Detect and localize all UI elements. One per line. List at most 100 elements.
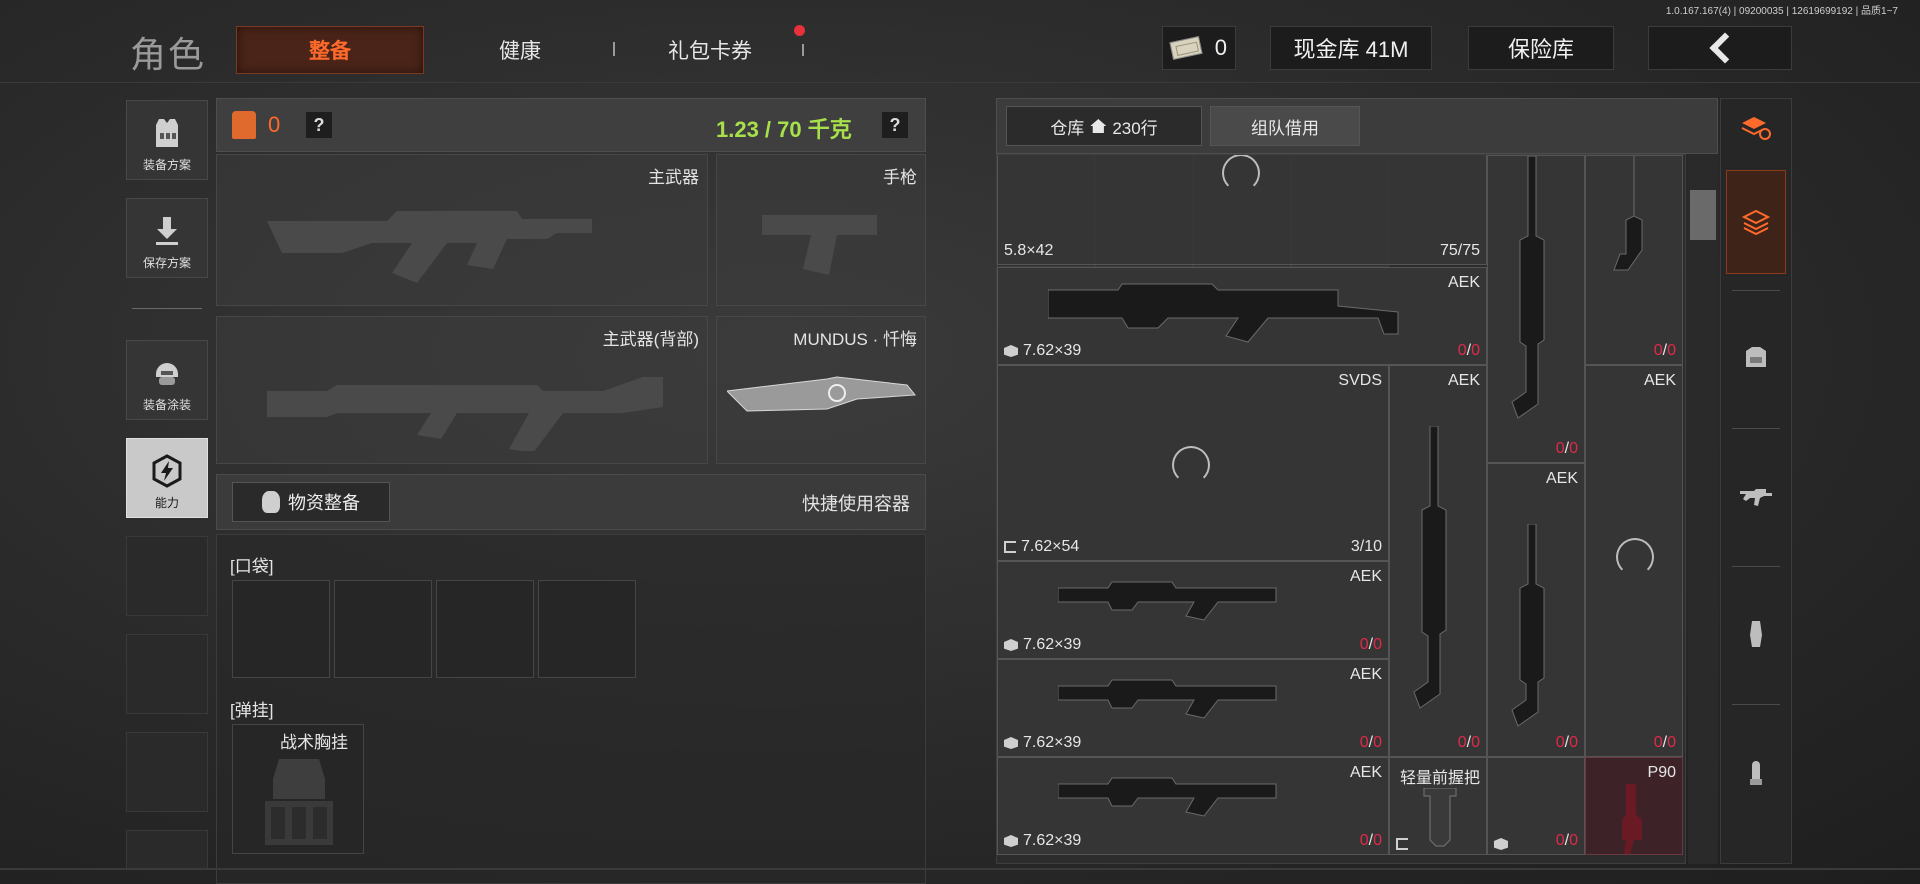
- item-count: 3/10: [1350, 538, 1382, 555]
- grip-icon: [1423, 788, 1457, 847]
- pocket-slot[interactable]: [334, 580, 432, 678]
- item-ammo: 0/0: [1359, 734, 1382, 751]
- smg-icon: [1622, 784, 1642, 854]
- weight-readout: 1.23 / 70 千克: [716, 117, 852, 142]
- weapon-item-aek-vertical[interactable]: AEK 0/0: [1389, 365, 1487, 757]
- weapon-item-aek[interactable]: AEK 7.62×39 0/0: [997, 757, 1389, 855]
- slot-label: MUNDUS · 忏悔: [793, 330, 917, 349]
- chevron-left-icon: [1709, 32, 1741, 64]
- slot-label: 主武器(背部): [602, 330, 699, 349]
- scrollbar-thumb[interactable]: [1690, 190, 1716, 240]
- box-icon: [1004, 835, 1018, 847]
- rifle-icon: [1613, 156, 1643, 271]
- item-ammo: 0/0: [1457, 342, 1480, 359]
- back-button[interactable]: [1648, 26, 1792, 70]
- rig-item-name: 战术胸挂: [280, 733, 348, 752]
- empty-weapon-cell[interactable]: 0/0: [1487, 757, 1585, 855]
- item-name: 轻量前握把: [1399, 770, 1480, 787]
- weapon-item-aek-vertical[interactable]: AEK 0/0: [1487, 463, 1585, 757]
- tab-gift-cards[interactable]: 礼包卡券: [630, 26, 790, 74]
- rifle-icon: [1511, 524, 1545, 727]
- pocket-slot[interactable]: [436, 580, 534, 678]
- sidebar-empty-slot: [126, 830, 208, 870]
- weapon-item-p90[interactable]: P90: [1585, 757, 1683, 855]
- weapon-item-aek-vertical[interactable]: AEK 0/0: [1585, 365, 1683, 757]
- filter-all[interactable]: [1726, 170, 1786, 274]
- armor-help-button[interactable]: ?: [306, 112, 332, 138]
- loading-spinner-icon: [1222, 155, 1260, 192]
- item-name: SVDS: [1338, 372, 1382, 389]
- rifle-icon: [1740, 489, 1772, 506]
- item-caliber: 7.62×39: [1004, 832, 1081, 850]
- back-weapon-slot[interactable]: 主武器(背部): [216, 316, 708, 464]
- page-title: 角色: [130, 34, 207, 75]
- item-ammo: 0/0: [1653, 342, 1676, 359]
- box-icon: [1004, 737, 1018, 749]
- tab-health[interactable]: 健康: [440, 26, 600, 74]
- item-marker: [1494, 838, 1508, 850]
- warehouse-scrollbar[interactable]: [1688, 154, 1718, 864]
- pistol-slot[interactable]: 手枪: [716, 154, 926, 306]
- filter-ammo[interactable]: [1726, 720, 1786, 824]
- cash-icon: [1169, 36, 1203, 60]
- weapon-item-aek-vertical[interactable]: 0/0: [1487, 155, 1585, 463]
- item-caliber: 7.62×39: [1004, 636, 1081, 654]
- sidebar-item-save-plan[interactable]: 保存方案: [126, 198, 208, 278]
- attachment-item-grip[interactable]: 轻量前握把: [1389, 757, 1487, 855]
- rifle-icon: [1058, 777, 1277, 817]
- filter-divider: [1732, 428, 1780, 429]
- pistol-silhouette-icon: [762, 215, 877, 275]
- magazine-icon: [1750, 621, 1762, 647]
- weapon-item-aek[interactable]: AEK 7.62×39 0/0: [997, 659, 1389, 757]
- loading-spinner-icon: [1616, 538, 1654, 576]
- pocket-slot[interactable]: [538, 580, 636, 678]
- rig-section-label: [弹挂]: [230, 701, 274, 720]
- divider: [0, 82, 1920, 83]
- rifle-icon: [1058, 679, 1277, 719]
- filter-magazines[interactable]: [1726, 582, 1786, 686]
- weapon-item-aek[interactable]: AEK 7.62×39 0/0: [997, 561, 1389, 659]
- tab-divider: [802, 44, 804, 56]
- exit-icon: [1004, 541, 1016, 553]
- loading-spinner-icon: [1172, 446, 1210, 484]
- armor-icon: [232, 111, 256, 139]
- sidebar-item-ability[interactable]: 能力: [126, 438, 208, 518]
- tab-loadout[interactable]: 整备: [236, 26, 424, 74]
- cash-counter[interactable]: 0: [1162, 26, 1236, 70]
- sidebar-empty-slot: [126, 536, 208, 616]
- item-caliber: 7.62×39: [1004, 342, 1081, 360]
- sidebar-item-skins[interactable]: 装备涂装: [126, 340, 208, 420]
- item-ammo: 0/0: [1359, 636, 1382, 653]
- cash-count: 0: [1214, 35, 1227, 60]
- safe-button[interactable]: 保险库: [1468, 26, 1614, 70]
- melee-slot[interactable]: MUNDUS · 忏悔: [716, 316, 926, 464]
- tab-warehouse[interactable]: 仓库 230行: [1006, 106, 1202, 146]
- weapon-item-aek[interactable]: AEK 7.62×39 0/0: [997, 267, 1487, 365]
- weapon-item-svds[interactable]: SVDS 7.62×54 3/10: [997, 365, 1389, 561]
- pocket-slot[interactable]: [232, 580, 330, 678]
- item-name: AEK: [1643, 372, 1676, 389]
- supply-prep-button[interactable]: 物资整备: [232, 482, 390, 522]
- filter-sort-refresh[interactable]: [1726, 100, 1786, 156]
- item-ammo: 0/0: [1555, 440, 1578, 457]
- sidebar-empty-slot: [126, 634, 208, 714]
- item-name: P90: [1647, 764, 1676, 781]
- item-name: AEK: [1349, 764, 1382, 781]
- weight-help-button[interactable]: ?: [882, 112, 908, 138]
- cash-vault-button[interactable]: 现金库 41M: [1270, 26, 1432, 70]
- quick-container-label[interactable]: 快捷使用容器: [802, 490, 910, 516]
- weapon-item-aek-vertical[interactable]: 0/0: [1585, 155, 1683, 365]
- ammo-item[interactable]: 5.8×42 75/75: [997, 155, 1487, 265]
- item-count: 75/75: [1439, 242, 1480, 259]
- vest-icon: [156, 119, 178, 147]
- stack-refresh-icon: [1741, 117, 1771, 140]
- tab-team-borrow[interactable]: 组队借用: [1210, 106, 1360, 146]
- rifle-silhouette-icon: [267, 377, 663, 451]
- filter-weapons[interactable]: [1726, 444, 1786, 548]
- item-name: AEK: [1447, 274, 1480, 291]
- sidebar-item-loadout-plan[interactable]: 装备方案: [126, 100, 208, 180]
- box-icon: [1004, 345, 1018, 357]
- knife-icon: [727, 376, 916, 412]
- primary-weapon-slot[interactable]: 主武器: [216, 154, 708, 306]
- filter-armor[interactable]: [1726, 306, 1786, 410]
